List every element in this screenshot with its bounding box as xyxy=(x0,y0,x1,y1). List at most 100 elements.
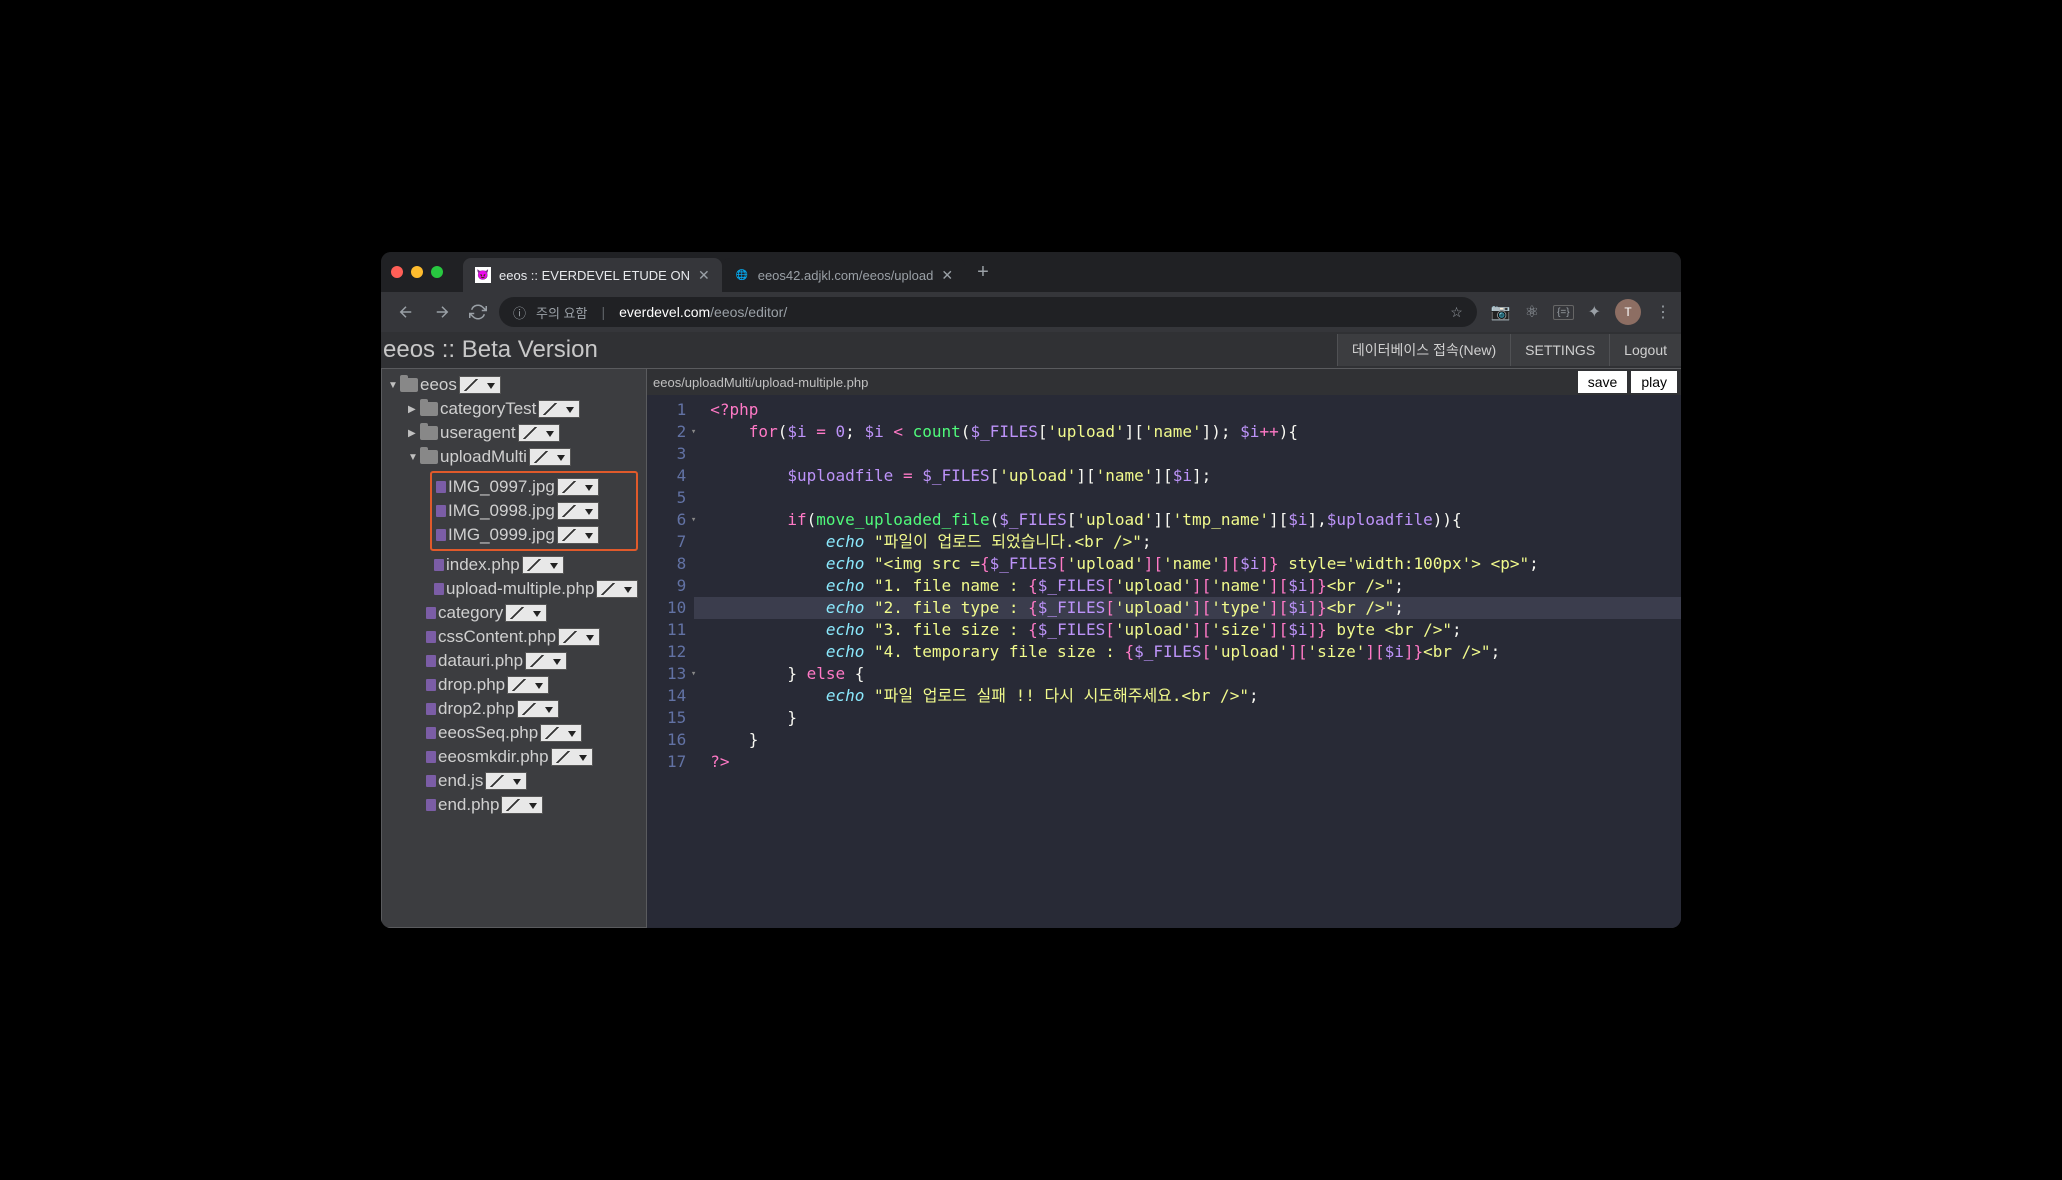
file-icon xyxy=(434,559,444,571)
tree-file[interactable]: end.php xyxy=(382,793,646,817)
browser-tab-active[interactable]: 😈 eeos :: EVERDEVEL ETUDE ON ✕ xyxy=(463,258,722,292)
tree-menu-dropdown[interactable] xyxy=(551,748,593,766)
code-line[interactable]: } else { xyxy=(710,663,1538,685)
tree-folder[interactable]: ▼uploadMulti xyxy=(382,445,646,469)
file-icon xyxy=(426,631,436,643)
code-line[interactable]: echo "2. file type : {$_FILES['upload'][… xyxy=(694,597,1681,619)
tree-file[interactable]: index.php xyxy=(382,553,646,577)
save-button[interactable]: save xyxy=(1578,371,1628,393)
tree-menu-dropdown[interactable] xyxy=(558,628,600,646)
db-connect-button[interactable]: 데이터베이스 접속(New) xyxy=(1337,334,1510,366)
tree-folder[interactable]: ▶useragent xyxy=(382,421,646,445)
tree-menu-dropdown[interactable] xyxy=(529,448,571,466)
reload-button[interactable] xyxy=(463,297,493,327)
url-text: everdevel.com/eeos/editor/ xyxy=(619,304,787,320)
file-icon xyxy=(426,799,436,811)
tree-file[interactable]: upload-multiple.php xyxy=(382,577,646,601)
tree-menu-dropdown[interactable] xyxy=(557,502,599,520)
logout-button[interactable]: Logout xyxy=(1609,334,1681,366)
url-input[interactable]: ⓘ 주의 요함 | everdevel.com/eeos/editor/ ☆ xyxy=(499,297,1477,327)
tree-file[interactable]: IMG_0997.jpg xyxy=(432,475,636,499)
window-close-icon[interactable] xyxy=(391,266,403,278)
extensions-icon[interactable]: ✦ xyxy=(1588,302,1601,322)
tree-menu-dropdown[interactable] xyxy=(517,700,559,718)
fold-icon[interactable]: ▾ xyxy=(691,509,696,531)
tree-file[interactable]: drop2.php xyxy=(382,697,646,721)
code-line[interactable]: echo "1. file name : {$_FILES['upload'][… xyxy=(710,575,1538,597)
file-tree-sidebar[interactable]: ▼ eeos ▶categoryTest▶useragent▼uploadMul… xyxy=(381,368,647,928)
tree-menu-dropdown[interactable] xyxy=(459,376,501,394)
code-line[interactable]: } xyxy=(710,729,1538,751)
tree-file[interactable]: eeosmkdir.php xyxy=(382,745,646,769)
settings-button[interactable]: SETTINGS xyxy=(1510,334,1609,366)
tree-label: end.js xyxy=(438,771,483,791)
tab-close-icon[interactable]: ✕ xyxy=(941,267,953,284)
app-header: eeos :: Beta Version 데이터베이스 접속(New) SETT… xyxy=(381,332,1681,368)
extension-icons: 📷 ⚛ {=} ✦ T ⋮ xyxy=(1491,299,1671,325)
fold-icon[interactable]: ▾ xyxy=(691,663,696,685)
tree-file[interactable]: eeosSeq.php xyxy=(382,721,646,745)
code-line[interactable] xyxy=(710,443,1538,465)
tree-label: end.php xyxy=(438,795,499,815)
camera-icon[interactable]: 📷 xyxy=(1491,302,1511,322)
tree-menu-dropdown[interactable] xyxy=(540,724,582,742)
file-icon xyxy=(426,607,436,619)
bookmark-star-icon[interactable]: ☆ xyxy=(1450,304,1463,321)
window-maximize-icon[interactable] xyxy=(431,266,443,278)
tree-menu-dropdown[interactable] xyxy=(485,772,527,790)
code-line[interactable]: if(move_uploaded_file($_FILES['upload'][… xyxy=(710,509,1538,531)
tab-favicon-icon: 😈 xyxy=(475,267,491,283)
tree-menu-dropdown[interactable] xyxy=(557,478,599,496)
play-button[interactable]: play xyxy=(1631,371,1677,393)
code-line[interactable]: echo "4. temporary file size : {$_FILES[… xyxy=(710,641,1538,663)
tree-folder[interactable]: ▶categoryTest xyxy=(382,397,646,421)
code-content[interactable]: <?php for($i = 0; $i < count($_FILES['up… xyxy=(694,395,1538,928)
tree-file[interactable]: IMG_0999.jpg xyxy=(432,523,636,547)
code-line[interactable]: ?> xyxy=(710,751,1538,773)
tree-folder-root[interactable]: ▼ eeos xyxy=(382,373,646,397)
fold-icon[interactable]: ▾ xyxy=(691,421,696,443)
code-line[interactable] xyxy=(710,487,1538,509)
window-minimize-icon[interactable] xyxy=(411,266,423,278)
tree-file[interactable]: category xyxy=(382,601,646,625)
tree-menu-dropdown[interactable] xyxy=(538,400,580,418)
code-line[interactable]: echo "파일 업로드 실패 !! 다시 시도해주세요.<br />"; xyxy=(710,685,1538,707)
file-icon xyxy=(436,529,446,541)
forward-button[interactable] xyxy=(427,297,457,327)
code-line[interactable]: $uploadfile = $_FILES['upload']['name'][… xyxy=(710,465,1538,487)
code-line[interactable]: for($i = 0; $i < count($_FILES['upload']… xyxy=(710,421,1538,443)
tree-label: eeosSeq.php xyxy=(438,723,538,743)
menu-icon[interactable]: ⋮ xyxy=(1655,302,1671,322)
react-devtools-icon[interactable]: ⚛ xyxy=(1525,302,1539,322)
tree-menu-dropdown[interactable] xyxy=(557,526,599,544)
tree-label: category xyxy=(438,603,503,623)
line-number: 2▾ xyxy=(667,421,686,443)
tab-close-icon[interactable]: ✕ xyxy=(698,267,710,284)
tree-file[interactable]: IMG_0998.jpg xyxy=(432,499,636,523)
new-tab-button[interactable]: + xyxy=(977,261,989,284)
tree-menu-dropdown[interactable] xyxy=(505,604,547,622)
file-icon xyxy=(426,703,436,715)
code-editor[interactable]: 12▾3456▾78910111213▾14151617 <?php for($… xyxy=(647,395,1681,928)
tree-file[interactable]: drop.php xyxy=(382,673,646,697)
code-line[interactable]: } xyxy=(710,707,1538,729)
json-ext-icon[interactable]: {=} xyxy=(1553,305,1574,320)
back-button[interactable] xyxy=(391,297,421,327)
tree-menu-dropdown[interactable] xyxy=(507,676,549,694)
tree-file[interactable]: end.js xyxy=(382,769,646,793)
tree-menu-dropdown[interactable] xyxy=(522,556,564,574)
tree-menu-dropdown[interactable] xyxy=(501,796,543,814)
tree-menu-dropdown[interactable] xyxy=(596,580,638,598)
tree-file[interactable]: cssContent.php xyxy=(382,625,646,649)
code-line[interactable]: echo "3. file size : {$_FILES['upload'][… xyxy=(710,619,1538,641)
tree-menu-dropdown[interactable] xyxy=(518,424,560,442)
browser-tab-inactive[interactable]: 🌐 eeos42.adjkl.com/eeos/upload ✕ xyxy=(722,258,965,292)
chevron-icon: ▶ xyxy=(408,404,420,415)
line-number: 15 xyxy=(667,707,686,729)
code-line[interactable]: echo "파일이 업로드 되었습니다.<br />"; xyxy=(710,531,1538,553)
code-line[interactable]: <?php xyxy=(710,399,1538,421)
code-line[interactable]: echo "<img src ={$_FILES['upload']['name… xyxy=(710,553,1538,575)
tree-menu-dropdown[interactable] xyxy=(525,652,567,670)
tree-file[interactable]: datauri.php xyxy=(382,649,646,673)
profile-avatar[interactable]: T xyxy=(1615,299,1641,325)
